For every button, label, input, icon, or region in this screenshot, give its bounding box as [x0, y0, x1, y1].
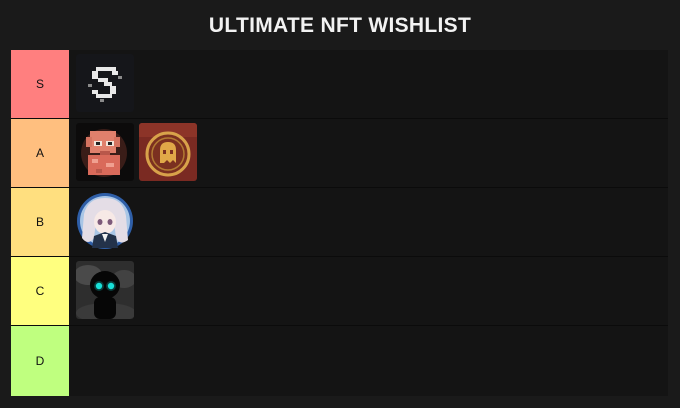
pixel-skull-nft-image[interactable] [76, 123, 134, 181]
tier-label-s[interactable]: S [11, 50, 69, 118]
anime-girl-nft-image[interactable] [76, 192, 134, 250]
tier-label-d[interactable]: D [11, 326, 69, 396]
tier-row-s: S [11, 50, 668, 119]
tier-row-a: A [11, 119, 668, 188]
shadow-figure-nft-image[interactable] [76, 261, 134, 319]
tier-label-c[interactable]: C [11, 257, 69, 325]
tier-label-b[interactable]: B [11, 188, 69, 256]
tier-label-a[interactable]: A [11, 119, 69, 187]
ghost-coin-nft-image[interactable] [139, 123, 197, 181]
tier-row-b: B [11, 188, 668, 257]
tier-row-c: C [11, 257, 668, 326]
tier-row-d: D [11, 326, 668, 396]
tier-list: S A B C D [11, 50, 668, 396]
page-title: ULTIMATE NFT WISHLIST [208, 14, 472, 37]
s-logo-nft-image[interactable] [76, 54, 134, 112]
